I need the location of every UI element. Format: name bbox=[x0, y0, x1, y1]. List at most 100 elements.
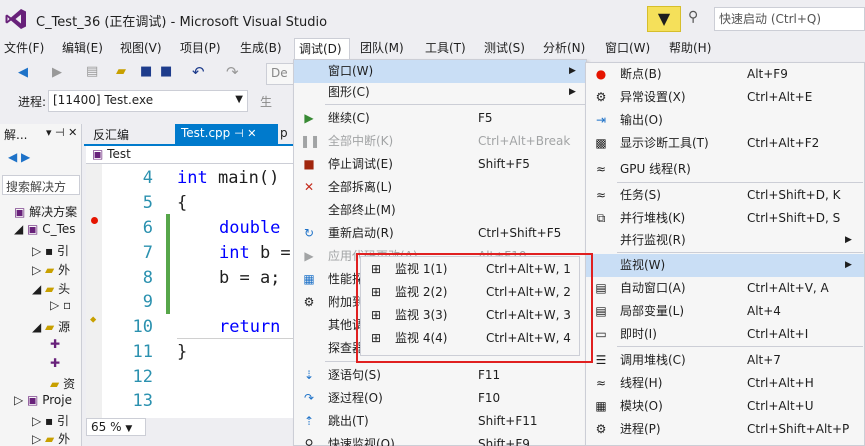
new-project-icon[interactable]: ▤ bbox=[86, 64, 98, 79]
line-number: 13 bbox=[132, 391, 153, 411]
window-menu-item-watch[interactable]: 监视(W) ▶ bbox=[586, 254, 864, 277]
window-menu-item-parallel-watch[interactable]: 并行监视(R) ▶ bbox=[586, 229, 864, 252]
open-folder-icon[interactable]: ▰ bbox=[116, 64, 126, 79]
tree-item[interactable]: ▷ ▪ 引 bbox=[32, 242, 82, 259]
window-menu-item-exception-settings[interactable]: ⚙ 异常设置(X) Ctrl+Alt+E bbox=[586, 86, 864, 109]
menu-analyze[interactable]: 分析(N) bbox=[539, 38, 589, 60]
debug-menu-item-graphics[interactable]: 图形(C) ▶ bbox=[294, 81, 586, 104]
forward-icon[interactable]: ▶ bbox=[52, 65, 62, 80]
window-menu-item-processes[interactable]: ⚙ 进程(P) Ctrl+Shift+Alt+P bbox=[586, 418, 864, 441]
processes-icon: ⚙ bbox=[595, 422, 607, 436]
tree-item[interactable]: ▷ ▫ bbox=[50, 298, 82, 312]
menu-build[interactable]: 生成(B) bbox=[236, 38, 286, 60]
debug-menu-item-restart[interactable]: ↻ 重新启动(R) Ctrl+Shift+F5 bbox=[294, 222, 586, 245]
chevron-down-icon: ▼ bbox=[125, 424, 133, 434]
window-menu-item-call-stack[interactable]: ☰ 调用堆栈(C) Alt+7 bbox=[586, 349, 864, 372]
window-menu-item-diagnostic-tools[interactable]: ▩ 显示诊断工具(T) Ctrl+Alt+F2 bbox=[586, 132, 864, 155]
debug-menu-item-window[interactable]: 窗口(W) ▶ bbox=[294, 60, 586, 83]
debug-menu-item-step-out[interactable]: ⇡ 跳出(T) Shift+F11 bbox=[294, 410, 586, 433]
tree-item[interactable]: ◢ ▰ 头 bbox=[32, 280, 82, 297]
tree-item[interactable]: ▰ 资 bbox=[50, 375, 82, 392]
menu-separator bbox=[617, 346, 863, 347]
menu-separator bbox=[617, 252, 863, 253]
window-menu-item-output[interactable]: ⇥ 输出(O) bbox=[586, 109, 864, 132]
pin-icon[interactable]: ⊣ ✕ bbox=[234, 127, 256, 140]
tree-item[interactable]: ✚ bbox=[50, 337, 82, 351]
window-menu-item-threads[interactable]: ≈ 线程(H) Ctrl+Alt+H bbox=[586, 372, 864, 395]
window-menu-item-locals[interactable]: ▤ 局部变量(L) Alt+4 bbox=[586, 300, 864, 323]
notification-filter-icon[interactable]: ▼ bbox=[647, 6, 681, 32]
change-bar bbox=[166, 214, 170, 314]
exception-settings-icon: ⚙ bbox=[595, 90, 607, 104]
undo-icon[interactable]: ↶ bbox=[192, 63, 205, 81]
tree-item[interactable]: ▷ ▰ 外 bbox=[32, 261, 82, 278]
zoom-combo[interactable]: 65 % ▼ bbox=[86, 418, 146, 436]
autos-icon: ▤ bbox=[595, 281, 607, 295]
menu-window[interactable]: 窗口(W) bbox=[601, 38, 654, 60]
line-number: 4 bbox=[142, 168, 153, 188]
tree-item[interactable]: ▷ ▰ 外 bbox=[32, 430, 82, 446]
scope-combo[interactable]: ▣ Test bbox=[92, 147, 131, 161]
sol-back-icon[interactable]: ◀ ▶ bbox=[8, 150, 30, 164]
tree-item[interactable]: ▣ 解决方案 bbox=[14, 203, 82, 220]
debug-menu-item-step-into[interactable]: ⇣ 逐语句(S) F11 bbox=[294, 364, 586, 387]
window-menu-item-immediate[interactable]: ▭ 即时(I) Ctrl+Alt+I bbox=[586, 323, 864, 346]
window-menu-item-autos[interactable]: ▤ 自动窗口(A) Ctrl+Alt+V, A bbox=[586, 277, 864, 300]
window-menu-item-gpu-threads[interactable]: ≈ GPU 线程(R) bbox=[586, 158, 864, 181]
tab-next[interactable]: p bbox=[280, 126, 288, 140]
window-menu-item-tasks[interactable]: ≈ 任务(S) Ctrl+Shift+D, K bbox=[586, 184, 864, 207]
diagnostic-icon: ▩ bbox=[595, 136, 607, 150]
menu-edit[interactable]: 编辑(E) bbox=[58, 38, 107, 60]
restart-icon: ↻ bbox=[303, 226, 315, 240]
call-stack-icon: ☰ bbox=[595, 353, 607, 367]
menu-file[interactable]: 文件(F) bbox=[0, 38, 48, 60]
feedback-icon[interactable]: ⚲ bbox=[688, 9, 698, 25]
stop-icon: ■ bbox=[303, 157, 315, 171]
menu-tools[interactable]: 工具(T) bbox=[421, 38, 470, 60]
scope-divider bbox=[177, 338, 295, 339]
window-menu-item-breakpoints[interactable]: ● 断点(B) Alt+F9 bbox=[586, 63, 864, 86]
debug-menu-item-step-over[interactable]: ↷ 逐过程(O) F10 bbox=[294, 387, 586, 410]
process-combo[interactable]: [11400] Test.exe ▼ bbox=[48, 90, 248, 112]
tree-item[interactable]: ▷ ▪ 引 bbox=[32, 412, 82, 429]
debug-menu-item-break-all[interactable]: ❚❚ 全部中断(K) Ctrl+Alt+Break bbox=[294, 130, 586, 153]
debug-menu-item-continue[interactable]: ▶ 继续(C) F5 bbox=[294, 107, 586, 130]
step-over-icon: ↷ bbox=[303, 391, 315, 405]
redo-icon[interactable]: ↷ bbox=[226, 63, 239, 81]
save-all-icon[interactable]: ■ bbox=[160, 64, 172, 79]
window-menu-item-parallel-stacks[interactable]: ⧉ 并行堆栈(K) Ctrl+Shift+D, S bbox=[586, 207, 864, 230]
line-number: 7 bbox=[142, 243, 153, 263]
save-icon[interactable]: ■ bbox=[140, 64, 152, 79]
breakpoint-icon[interactable] bbox=[91, 217, 98, 224]
debug-menu-item-terminate-all[interactable]: 全部终止(M) bbox=[294, 199, 586, 222]
back-icon[interactable]: ◀ bbox=[18, 65, 28, 80]
menu-view[interactable]: 视图(V) bbox=[116, 38, 166, 60]
debug-menu-item-quickwatch[interactable]: ⚲ 快速监视(Q) Shift+F9 bbox=[294, 433, 586, 446]
menu-team[interactable]: 团队(M) bbox=[356, 38, 408, 60]
tab-test-cpp[interactable]: Test.cpp ⊣ ✕ bbox=[175, 124, 278, 144]
quick-launch-input[interactable]: 快速启动 (Ctrl+Q) bbox=[714, 7, 865, 31]
menu-project[interactable]: 项目(P) bbox=[176, 38, 225, 60]
quickwatch-icon: ⚲ bbox=[304, 437, 314, 446]
debug-menu-item-detach-all[interactable]: ✕ 全部拆离(L) bbox=[294, 176, 586, 199]
annotation-highlight-box bbox=[356, 253, 593, 363]
tasks-icon: ≈ bbox=[595, 188, 607, 202]
window-menu-item-modules[interactable]: ▦ 模块(O) Ctrl+Alt+U bbox=[586, 395, 864, 418]
tree-item[interactable]: ◢ ▰ 源 bbox=[32, 318, 82, 335]
output-icon: ⇥ bbox=[595, 113, 607, 127]
solution-search-input[interactable]: 搜索解决方 bbox=[2, 175, 80, 195]
tree-item[interactable]: ◢ ▣ C_Tes bbox=[14, 222, 82, 236]
window-title: C_Test_36 (正在调试) - Microsoft Visual Stud… bbox=[36, 15, 328, 30]
menu-test[interactable]: 测试(S) bbox=[480, 38, 529, 60]
tree-item[interactable]: ✚ bbox=[50, 356, 82, 370]
menu-debug[interactable]: 调试(D) bbox=[294, 38, 350, 60]
play-icon: ▶ bbox=[304, 111, 314, 125]
pin-icon[interactable]: ▾ ⊣ ✕ bbox=[46, 126, 77, 139]
line-number: 10 bbox=[132, 317, 153, 337]
tree-item[interactable]: ▷ ▣ Proje bbox=[14, 393, 82, 407]
debug-menu-item-stop[interactable]: ■ 停止调试(E) Shift+F5 bbox=[294, 153, 586, 176]
perf-icon: ▦ bbox=[303, 272, 315, 286]
tab-disassembly[interactable]: 反汇编 bbox=[93, 126, 129, 143]
menu-help[interactable]: 帮助(H) bbox=[665, 38, 715, 60]
code-line: b = a; bbox=[219, 268, 281, 288]
